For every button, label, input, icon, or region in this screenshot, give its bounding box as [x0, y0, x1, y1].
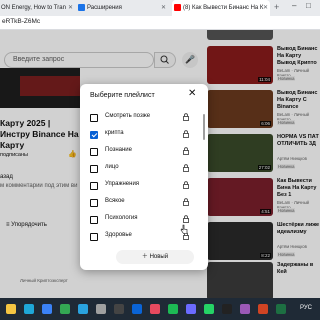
- whatsapp-icon[interactable]: [204, 304, 214, 314]
- settings-icon[interactable]: [96, 304, 106, 314]
- close-icon[interactable]: ✕: [263, 0, 268, 16]
- playlist-checkbox[interactable]: [90, 199, 98, 207]
- playlist-row[interactable]: Упражнения: [90, 180, 200, 192]
- lock-icon: [183, 181, 189, 189]
- chrome-icon[interactable]: [60, 304, 70, 314]
- playlist-row[interactable]: Всякое: [90, 197, 200, 209]
- playlist-row[interactable]: Познание: [90, 146, 200, 158]
- playlist-label: Упражнения: [105, 181, 140, 187]
- new-tab-button[interactable]: +: [274, 2, 279, 12]
- file-explorer-icon[interactable]: [6, 304, 16, 314]
- lock-icon: [183, 130, 189, 138]
- excel-icon[interactable]: [276, 304, 286, 314]
- edge-icon[interactable]: [24, 304, 34, 314]
- playlist-label: Всякое: [105, 198, 125, 204]
- playlist-label: крипта: [105, 130, 124, 136]
- taskbar: РУС: [0, 298, 320, 320]
- spotify-icon[interactable]: [168, 304, 178, 314]
- browser-tab-3[interactable]: (8) Как Вывести Бинанс На К ✕: [172, 0, 270, 16]
- new-playlist-button[interactable]: ＋ Новый: [116, 250, 194, 264]
- youtube-page: Введите запрос 🎤 Карту 2025 | Инстру Bin…: [0, 30, 320, 298]
- playlist-checkbox[interactable]: [90, 148, 98, 156]
- lock-icon: [183, 215, 189, 223]
- playlist-checkbox[interactable]: [90, 216, 98, 224]
- playlist-checkbox[interactable]: [90, 233, 98, 241]
- minimize-icon[interactable]: –: [292, 1, 296, 10]
- playlist-label: Здоровье: [105, 232, 132, 238]
- lock-icon: [183, 198, 189, 206]
- playlist-label: Смотреть позже: [105, 113, 151, 119]
- ppt-icon[interactable]: [258, 304, 268, 314]
- playlist-checkbox[interactable]: [90, 182, 98, 190]
- lock-icon: [183, 113, 189, 121]
- close-icon[interactable]: ✕: [68, 0, 73, 16]
- music-icon[interactable]: [150, 304, 160, 314]
- dialog-scrollbar[interactable]: [203, 114, 205, 140]
- playlist-checkbox[interactable]: [90, 165, 98, 173]
- playlist-label: Психология: [105, 215, 138, 221]
- address-bar[interactable]: eRTkB-Z6Mc: [0, 16, 320, 30]
- vpn-icon[interactable]: [186, 304, 196, 314]
- playlist-row[interactable]: крипта: [90, 129, 200, 141]
- playlist-checkbox[interactable]: [90, 131, 98, 139]
- playlist-dialog: Выберите плейлист ✕ Смотреть позже крипт…: [80, 84, 208, 270]
- new-playlist-label: Новый: [149, 254, 169, 260]
- language-indicator[interactable]: РУС: [300, 305, 312, 311]
- tab-label: Расширения: [87, 5, 122, 11]
- people-icon[interactable]: [240, 304, 250, 314]
- youtube-icon: [174, 4, 181, 11]
- tab-label: (8) Как Вывести Бинанс На К: [183, 5, 264, 11]
- hand-cursor-icon: [180, 224, 188, 234]
- puzzle-icon: [78, 4, 85, 11]
- browser-tab-2[interactable]: Расширения ✕: [76, 0, 168, 16]
- playlist-label: Познание: [105, 147, 132, 153]
- maximize-icon[interactable]: □: [306, 1, 311, 10]
- lock-icon: [183, 147, 189, 155]
- close-icon[interactable]: ✕: [188, 88, 196, 99]
- playlist-checkbox[interactable]: [90, 114, 98, 122]
- store-icon[interactable]: [42, 304, 52, 314]
- game-icon[interactable]: [222, 304, 232, 314]
- telegram-icon[interactable]: [78, 304, 88, 314]
- url-text: eRTkB-Z6Mc: [2, 18, 41, 25]
- plus-icon: ＋: [141, 254, 150, 260]
- terminal-icon[interactable]: [114, 304, 124, 314]
- close-icon[interactable]: ✕: [161, 0, 166, 16]
- playlist-label: лицо: [105, 164, 119, 170]
- dialog-title: Выберите плейлист: [90, 92, 155, 99]
- browser-tab-1[interactable]: ON Energy, How to Tran ✕: [0, 0, 75, 16]
- tab-label: ON Energy, How to Tran: [1, 5, 66, 11]
- mail-icon[interactable]: [132, 304, 142, 314]
- browser-tabstrip: ON Energy, How to Tran ✕ Расширения ✕ (8…: [0, 0, 320, 16]
- lock-icon: [183, 164, 189, 172]
- playlist-row[interactable]: лицо: [90, 163, 200, 175]
- playlist-row[interactable]: Смотреть позже: [90, 112, 200, 124]
